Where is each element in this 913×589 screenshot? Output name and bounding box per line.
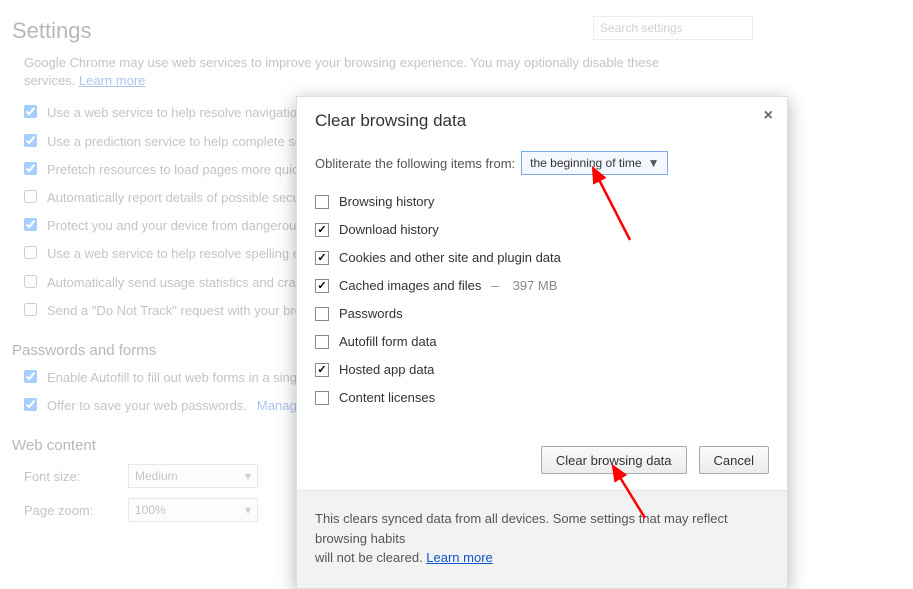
- clear-browsing-data-button[interactable]: Clear browsing data: [541, 446, 687, 474]
- dash: –: [491, 278, 498, 293]
- cancel-button[interactable]: Cancel: [699, 446, 769, 474]
- footer-text-a: This clears synced data from all devices…: [315, 511, 728, 546]
- clear-data-checkbox[interactable]: [315, 195, 329, 209]
- time-range-value: the beginning of time: [530, 156, 641, 170]
- clear-data-item-label: Cookies and other site and plugin data: [339, 250, 561, 265]
- clear-data-checkbox[interactable]: [315, 251, 329, 265]
- clear-data-item: Content licenses: [315, 390, 769, 405]
- close-icon[interactable]: ×: [764, 107, 773, 125]
- clear-data-checkbox[interactable]: [315, 307, 329, 321]
- clear-data-item: Download history: [315, 222, 769, 237]
- dialog-footer: This clears synced data from all devices…: [297, 490, 787, 588]
- footer-learn-more-link[interactable]: Learn more: [426, 550, 492, 565]
- clear-data-item: Cached images and files – 397 MB: [315, 278, 769, 293]
- obliterate-label: Obliterate the following items from:: [315, 156, 515, 171]
- clear-data-item-label: Download history: [339, 222, 439, 237]
- time-range-select[interactable]: the beginning of time ▼: [521, 151, 668, 175]
- clear-data-item-label: Passwords: [339, 306, 403, 321]
- clear-data-checkbox[interactable]: [315, 335, 329, 349]
- clear-data-item: Browsing history: [315, 194, 769, 209]
- clear-data-item: Autofill form data: [315, 334, 769, 349]
- cached-size: 397 MB: [513, 278, 558, 293]
- dialog-title: Clear browsing data: [297, 97, 787, 141]
- clear-data-item: Passwords: [315, 306, 769, 321]
- clear-data-item-label: Hosted app data: [339, 362, 434, 377]
- clear-data-item-label: Autofill form data: [339, 334, 437, 349]
- clear-data-item-label: Content licenses: [339, 390, 435, 405]
- clear-data-item: Cookies and other site and plugin data: [315, 250, 769, 265]
- clear-data-checkbox[interactable]: [315, 363, 329, 377]
- clear-data-checkbox[interactable]: [315, 279, 329, 293]
- clear-data-item: Hosted app data: [315, 362, 769, 377]
- clear-browsing-data-dialog: × Clear browsing data Obliterate the fol…: [296, 96, 788, 589]
- clear-data-item-label: Cached images and files: [339, 278, 481, 293]
- footer-text-b: will not be cleared.: [315, 550, 426, 565]
- clear-data-item-label: Browsing history: [339, 194, 434, 209]
- clear-data-checkbox[interactable]: [315, 223, 329, 237]
- clear-data-checkbox[interactable]: [315, 391, 329, 405]
- chevron-down-icon: ▼: [648, 156, 660, 170]
